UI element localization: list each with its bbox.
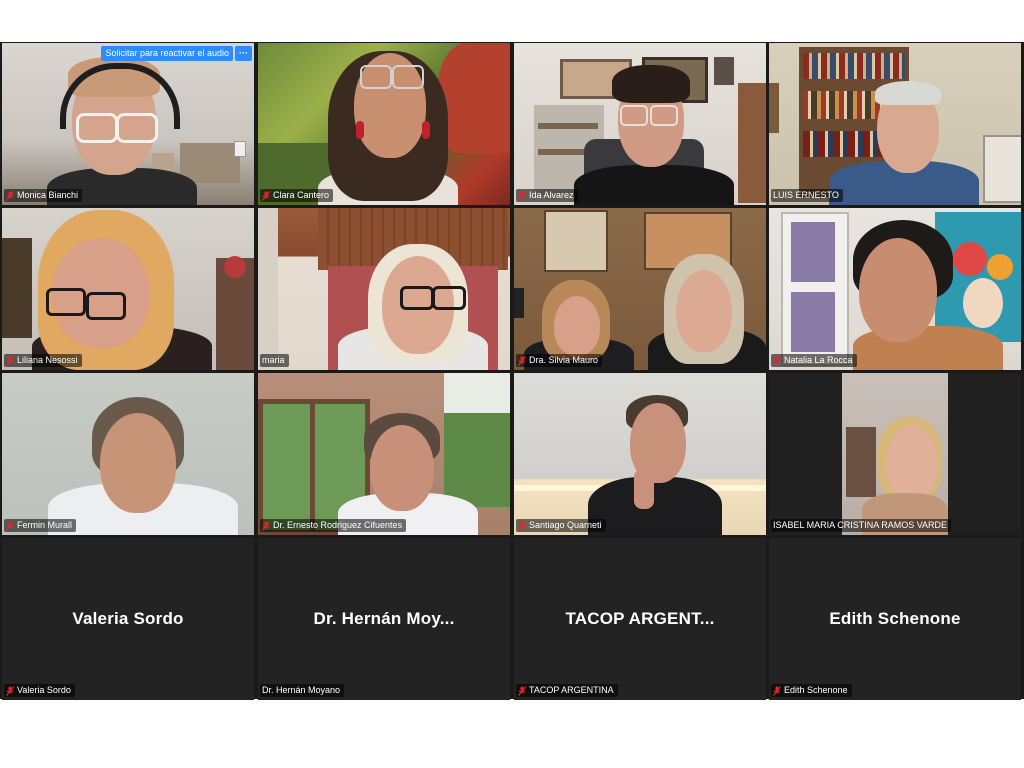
participant-video bbox=[2, 373, 254, 535]
participant-tile[interactable]: Santiago Quarneti bbox=[514, 373, 766, 535]
microphone-muted-icon bbox=[6, 355, 14, 366]
participant-tile[interactable]: ISABEL MARIA CRISTINA RAMOS VARDE bbox=[769, 373, 1021, 535]
participant-name: Natalia La Rocca bbox=[784, 355, 853, 365]
participant-name-tag: TACOP ARGENTINA bbox=[516, 684, 618, 697]
participant-tile[interactable]: Fermin Murall bbox=[2, 373, 254, 535]
participant-tile-video-off[interactable]: Valeria Sordo Valeria Sordo bbox=[2, 538, 254, 700]
request-unmute-button[interactable]: Solicitar para reactivar el audio bbox=[101, 46, 233, 61]
participant-video bbox=[258, 208, 510, 370]
microphone-muted-icon bbox=[518, 190, 526, 201]
participant-name-tag: Dra. Silvia Mauro bbox=[516, 354, 603, 367]
participant-video bbox=[2, 208, 254, 370]
participant-name: Monica Bianchi bbox=[17, 190, 79, 200]
participant-video bbox=[514, 373, 766, 535]
participant-name: TACOP ARGENTINA bbox=[529, 685, 614, 695]
participant-video bbox=[258, 373, 510, 535]
more-options-button[interactable]: ··· bbox=[235, 46, 252, 61]
participant-name-tag: Clara Cantero bbox=[260, 189, 334, 202]
participant-name: Dr. Ernesto Rodriguez Cifuentes bbox=[273, 520, 403, 530]
microphone-muted-icon bbox=[518, 685, 526, 696]
participant-tile[interactable]: Dr. Ernesto Rodriguez Cifuentes bbox=[258, 373, 510, 535]
participant-name: Dr. Hernán Moyano bbox=[262, 685, 341, 695]
participant-name-tag: Santiago Quarneti bbox=[516, 519, 606, 532]
participant-name-tag: Dr. Ernesto Rodriguez Cifuentes bbox=[260, 519, 407, 532]
participant-name: ISABEL MARIA CRISTINA RAMOS VARDE bbox=[773, 520, 948, 530]
participant-name-tag: Edith Schenone bbox=[771, 684, 852, 697]
participant-video bbox=[769, 208, 1021, 370]
participant-tile[interactable]: Solicitar para reactivar el audio ··· Mo… bbox=[2, 43, 254, 205]
microphone-muted-icon bbox=[6, 520, 14, 531]
participant-name-tag: Liliana Nesossi bbox=[4, 354, 82, 367]
participant-tile-video-off[interactable]: Dr. Hernán Moy... Dr. Hernán Moyano bbox=[258, 538, 510, 700]
participant-name: maria bbox=[262, 355, 285, 365]
microphone-muted-icon bbox=[262, 520, 270, 531]
participant-name-tag: ISABEL MARIA CRISTINA RAMOS VARDE bbox=[771, 519, 952, 532]
participant-video bbox=[514, 43, 766, 205]
microphone-muted-icon bbox=[773, 355, 781, 366]
participant-tile[interactable]: Ida Alvarez bbox=[514, 43, 766, 205]
participant-name: Dra. Silvia Mauro bbox=[529, 355, 599, 365]
participant-name: Clara Cantero bbox=[273, 190, 330, 200]
microphone-muted-icon bbox=[518, 520, 526, 531]
microphone-muted-icon bbox=[518, 355, 526, 366]
participant-name-tag: Valeria Sordo bbox=[4, 684, 75, 697]
participant-name: Santiago Quarneti bbox=[529, 520, 602, 530]
participant-tile[interactable]: Liliana Nesossi bbox=[2, 208, 254, 370]
participant-name: Fermin Murall bbox=[17, 520, 73, 530]
participant-display-name: Edith Schenone bbox=[829, 609, 961, 628]
participant-name-tag: Monica Bianchi bbox=[4, 189, 83, 202]
participant-display-name: TACOP ARGENT... bbox=[565, 609, 715, 628]
participant-name: Edith Schenone bbox=[784, 685, 848, 695]
participant-name-tag: Fermin Murall bbox=[4, 519, 77, 532]
participant-name-tag: LUIS ERNESTO bbox=[771, 189, 843, 202]
participant-name-tag: Dr. Hernán Moyano bbox=[260, 684, 345, 697]
gallery-view: Solicitar para reactivar el audio ··· Mo… bbox=[0, 42, 1024, 700]
participant-video bbox=[769, 373, 1021, 535]
participant-name: Liliana Nesossi bbox=[17, 355, 78, 365]
participant-video bbox=[769, 43, 1021, 205]
participant-tile[interactable]: Clara Cantero bbox=[258, 43, 510, 205]
participant-tile[interactable]: Dra. Silvia Mauro bbox=[514, 208, 766, 370]
participant-tile-video-off[interactable]: Edith Schenone Edith Schenone bbox=[769, 538, 1021, 700]
microphone-muted-icon bbox=[6, 190, 14, 201]
participant-display-name: Dr. Hernán Moy... bbox=[313, 609, 455, 628]
audio-request-banner: Solicitar para reactivar el audio ··· bbox=[101, 46, 252, 61]
participant-tile[interactable]: maria bbox=[258, 208, 510, 370]
participant-name-tag: Ida Alvarez bbox=[516, 189, 578, 202]
microphone-muted-icon bbox=[6, 685, 14, 696]
participant-tile-active-speaker[interactable]: LUIS ERNESTO bbox=[769, 43, 1021, 205]
participant-name: Ida Alvarez bbox=[529, 190, 574, 200]
microphone-muted-icon bbox=[262, 190, 270, 201]
participant-video bbox=[514, 208, 766, 370]
microphone-muted-icon bbox=[773, 685, 781, 696]
participant-display-name: Valeria Sordo bbox=[72, 609, 184, 628]
participant-video bbox=[2, 43, 254, 205]
participant-name-tag: Natalia La Rocca bbox=[771, 354, 857, 367]
participant-name: Valeria Sordo bbox=[17, 685, 71, 695]
participant-tile[interactable]: Natalia La Rocca bbox=[769, 208, 1021, 370]
participant-name-tag: maria bbox=[260, 354, 289, 367]
participant-video bbox=[258, 43, 510, 205]
participant-tile-video-off[interactable]: TACOP ARGENT... TACOP ARGENTINA bbox=[514, 538, 766, 700]
participant-name: LUIS ERNESTO bbox=[773, 190, 839, 200]
